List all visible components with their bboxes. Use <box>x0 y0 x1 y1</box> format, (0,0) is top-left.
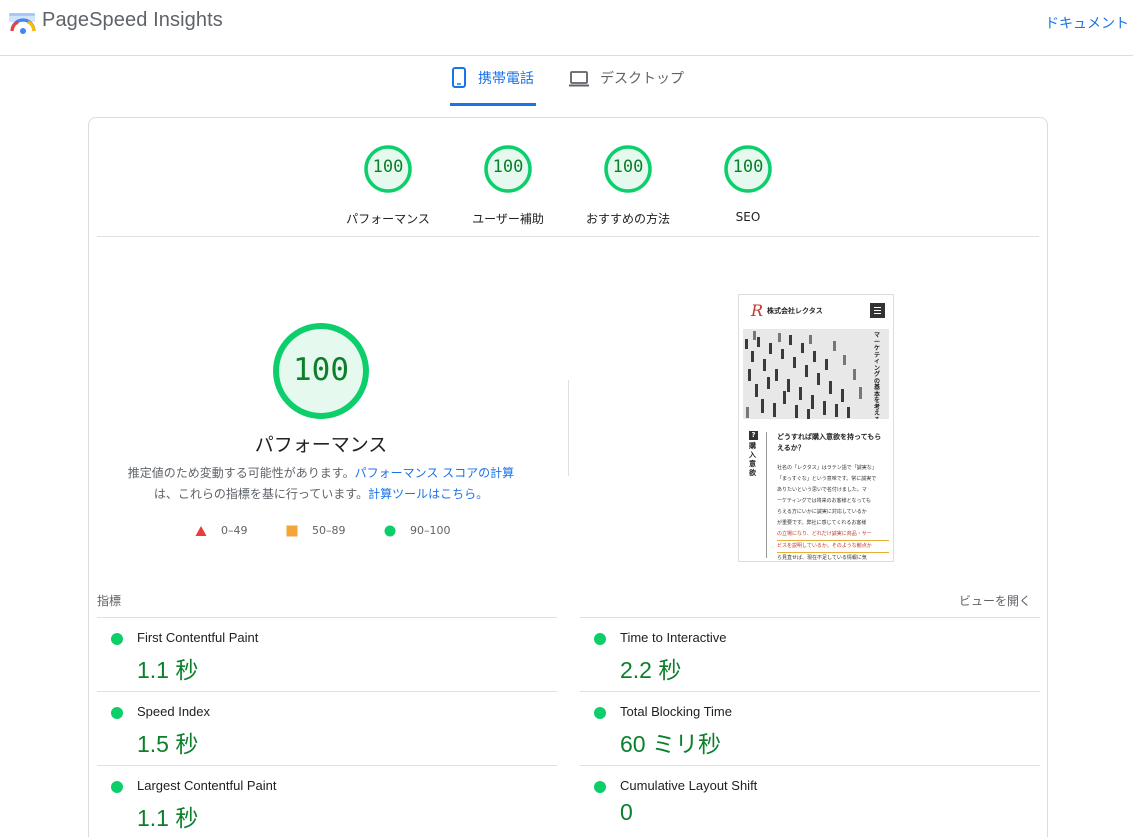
category-label: おすすめの方法 <box>585 212 670 226</box>
category-label: パフォーマンス <box>346 212 430 226</box>
legend-range: 50–89 <box>312 524 346 537</box>
performance-description: 推定値のため変動する可能性があります。パフォーマンス スコアの計算 は、これらの… <box>119 463 523 505</box>
hero-vertical-text: マーケティングの基本を考える <box>874 332 881 419</box>
square-icon <box>286 525 298 536</box>
metric-label: Cumulative Layout Shift <box>620 778 758 793</box>
divider <box>766 432 767 558</box>
category-score: 100 <box>492 157 524 177</box>
body-line: らえる方にいかに誠実に対応しているか <box>777 509 867 515</box>
pass-circle-icon <box>111 781 123 793</box>
tab-desktop-label: デスクトップ <box>600 71 684 87</box>
body-line: ビスを説明しているか。そのような観点か <box>777 541 889 553</box>
pagespeed-logo-icon[interactable] <box>9 9 37 37</box>
tab-mobile[interactable]: 携帯電話 <box>450 66 536 106</box>
app-title[interactable]: PageSpeed Insights <box>42 9 223 32</box>
metric-value: 0 <box>620 799 633 825</box>
performance-title: パフォーマンス <box>254 434 388 456</box>
pass-circle-icon <box>594 633 606 645</box>
documentation-link[interactable]: ドキュメント <box>1045 13 1129 33</box>
legend-pass: 90–100 <box>384 524 451 537</box>
site-logo-icon: R <box>751 301 764 320</box>
hamburger-menu-icon <box>870 303 885 318</box>
smartphone-icon <box>452 67 466 88</box>
category-score: 100 <box>372 157 404 177</box>
performance-score: 100 <box>293 352 349 388</box>
metrics-heading: 指標 <box>97 594 122 608</box>
section-tag-text: 購入意欲 <box>749 442 756 477</box>
article-body: 社名の「レクタス」はラテン語で「誠実な」 「まっすぐな」という意味です。常に誠実… <box>777 463 889 561</box>
metric-label: Time to Interactive <box>620 630 727 645</box>
section-tag: ? 購入意欲 <box>749 431 759 478</box>
tab-mobile-label: 携帯電話 <box>478 71 534 87</box>
metric-value: 1.5 秒 <box>137 731 199 757</box>
description-text: 推定値のため変動する可能性があります。 <box>127 466 355 480</box>
vertical-divider <box>568 380 569 476</box>
category-label: ユーザー補助 <box>472 212 544 226</box>
hero-image: マーケティングの基本を考える <box>743 329 889 419</box>
category-accessibility[interactable]: 100 ユーザー補助 <box>443 144 573 227</box>
metric-label: Total Blocking Time <box>620 704 732 719</box>
pass-circle-icon <box>594 707 606 719</box>
metric-label: Speed Index <box>137 704 211 719</box>
body-line: 社名の「レクタス」はラテン語で「誠実な」 <box>777 465 877 471</box>
metric-cumulative-layout-shift[interactable]: Cumulative Layout Shift 0 <box>580 765 1040 837</box>
metric-first-contentful-paint[interactable]: First Contentful Paint 1.1 秒 <box>97 617 557 691</box>
body-line: ありたいという思いで名付けました。マ <box>777 487 867 493</box>
circle-icon <box>384 525 396 536</box>
body-line: ーケティングでは将来のお客様となっても <box>777 498 871 504</box>
score-calculation-link[interactable]: パフォーマンス スコアの計算 <box>355 466 515 480</box>
expand-view-toggle[interactable]: ビューを開く <box>959 592 1031 609</box>
top-bar: PageSpeed Insights ドキュメント <box>0 0 1133 56</box>
metric-label: Largest Contentful Paint <box>137 778 277 793</box>
category-seo[interactable]: 100 SEO <box>683 144 813 224</box>
legend-fail: 0–49 <box>195 524 248 537</box>
metric-speed-index[interactable]: Speed Index 1.5 秒 <box>97 691 557 765</box>
device-tabs: 携帯電話 デスクトップ <box>0 56 1133 106</box>
site-brand: 株式会社レクタス <box>767 307 823 315</box>
tab-desktop[interactable]: デスクトップ <box>568 66 708 106</box>
metric-value: 1.1 秒 <box>137 657 199 683</box>
pass-circle-icon <box>111 707 123 719</box>
article-heading: どうすれば購入意欲を持ってもらえるか？ <box>777 433 882 452</box>
category-score: 100 <box>732 157 764 177</box>
metric-label: First Contentful Paint <box>137 630 259 645</box>
legend-average: 50–89 <box>286 524 346 537</box>
description-text: は、これらの指標を基に行っています。 <box>153 487 369 501</box>
divider <box>97 236 1039 237</box>
category-label: SEO <box>735 210 761 224</box>
calculator-link[interactable]: 計算ツールはこちら。 <box>368 487 488 501</box>
body-line: の立場になり、どれだけ誠実に商品・サー <box>777 529 889 541</box>
category-performance[interactable]: 100 パフォーマンス <box>323 144 453 227</box>
triangle-icon <box>195 525 207 536</box>
legend-range: 90–100 <box>410 524 451 537</box>
metric-value: 60 ミリ秒 <box>620 731 721 757</box>
question-icon: ? <box>749 431 758 440</box>
metric-value: 1.1 秒 <box>137 805 199 831</box>
category-best-practices[interactable]: 100 おすすめの方法 <box>563 144 693 227</box>
laptop-icon <box>569 71 589 87</box>
page-screenshot: R 株式会社レクタス マーケティングの基本を考え ? 購入意欲 どうすれば購入意… <box>738 294 894 562</box>
metric-total-blocking-time[interactable]: Total Blocking Time 60 ミリ秒 <box>580 691 1040 765</box>
pass-circle-icon <box>594 781 606 793</box>
body-line: 「まっすぐな」という意味です。常に誠実で <box>777 476 877 482</box>
metric-largest-contentful-paint[interactable]: Largest Contentful Paint 1.1 秒 <box>97 765 557 837</box>
legend-range: 0–49 <box>221 524 248 537</box>
report-card: 100 パフォーマンス 100 ユーザー補助 100 おすすめの方法 100 S… <box>88 117 1048 837</box>
category-score: 100 <box>612 157 644 177</box>
metric-value: 2.2 秒 <box>620 657 682 683</box>
body-line: ら見直せば、現在不足している情報に気 <box>777 555 867 561</box>
pass-circle-icon <box>111 633 123 645</box>
metric-time-to-interactive[interactable]: Time to Interactive 2.2 秒 <box>580 617 1040 691</box>
body-line: が重要です。弊社に感じてくれるお客様 <box>777 520 867 526</box>
crowd-photo <box>743 329 889 419</box>
